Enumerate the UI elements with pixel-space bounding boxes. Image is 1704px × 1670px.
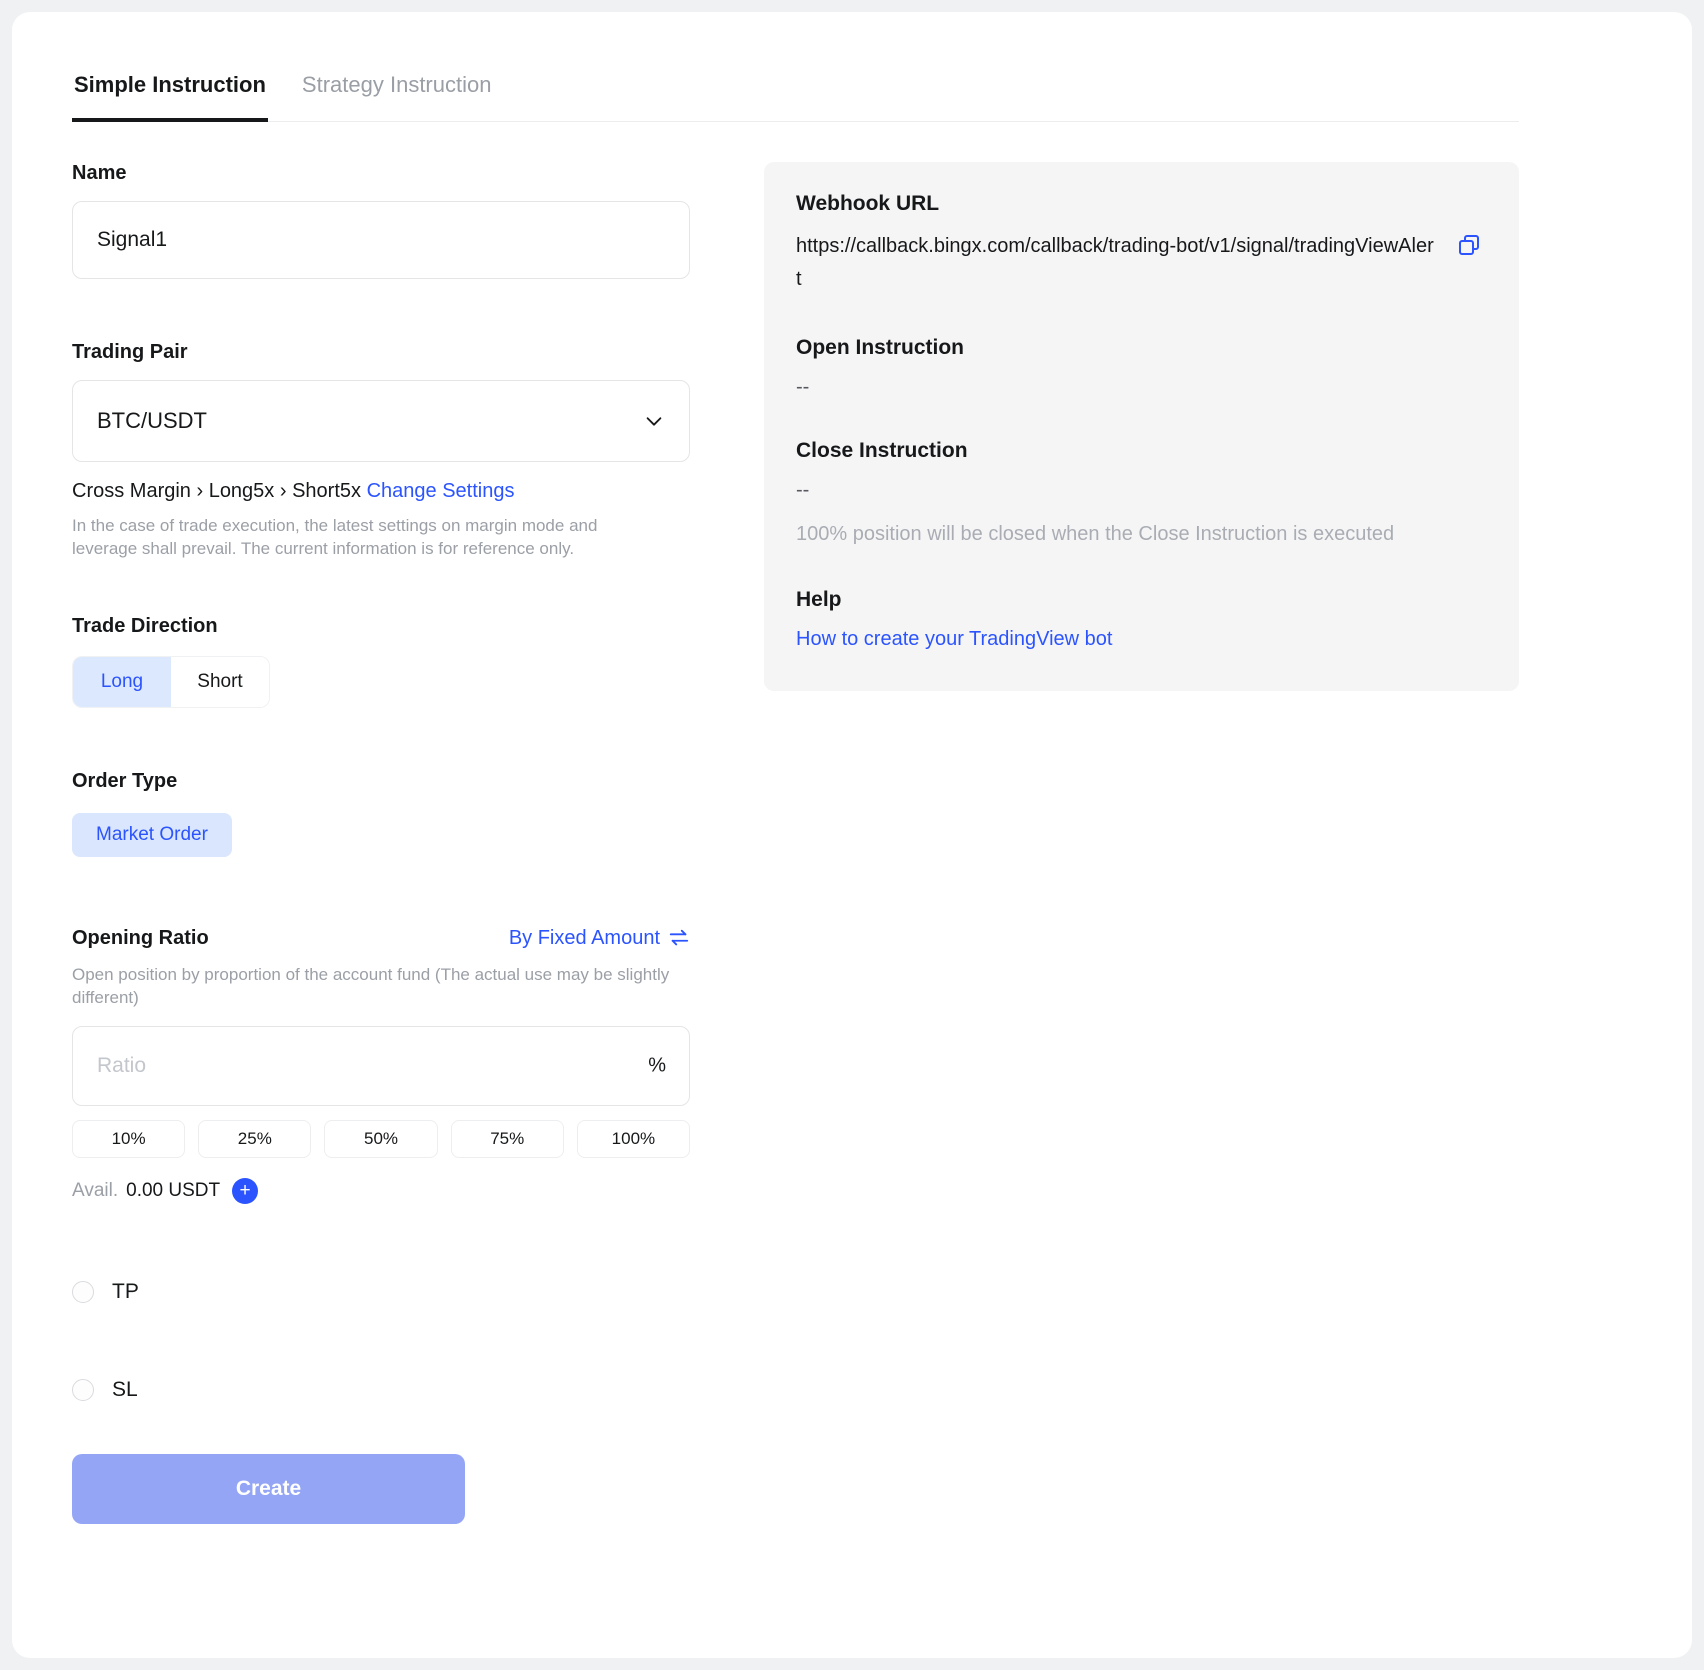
market-order-chip[interactable]: Market Order xyxy=(72,813,232,857)
webhook-url-title: Webhook URL xyxy=(796,192,1487,216)
tab-strategy-instruction[interactable]: Strategy Instruction xyxy=(300,58,494,121)
webhook-info-panel: Webhook URL https://callback.bingx.com/c… xyxy=(764,162,1519,691)
by-fixed-amount-label: By Fixed Amount xyxy=(509,927,660,950)
close-instruction-note: 100% position will be closed when the Cl… xyxy=(796,520,1487,548)
tp-label: TP xyxy=(112,1280,139,1304)
open-instruction-value: -- xyxy=(796,376,1487,399)
percent-button-75[interactable]: 75% xyxy=(451,1120,564,1158)
create-button[interactable]: Create xyxy=(72,1454,465,1524)
help-title: Help xyxy=(796,588,1487,612)
percent-quick-buttons: 10% 25% 50% 75% 100% xyxy=(72,1120,690,1158)
deposit-plus-icon[interactable]: + xyxy=(232,1178,258,1204)
webhook-url-value: https://callback.bingx.com/callback/trad… xyxy=(796,235,1434,290)
direction-short-button[interactable]: Short xyxy=(171,657,269,707)
ratio-input[interactable] xyxy=(72,1026,690,1106)
percent-button-50[interactable]: 50% xyxy=(324,1120,437,1158)
signal-form: Name Trading Pair BTC/USDT Cross Margin … xyxy=(72,162,690,1524)
sl-radio[interactable] xyxy=(72,1379,94,1401)
copy-icon[interactable] xyxy=(1457,233,1481,257)
margin-note: In the case of trade execution, the late… xyxy=(72,515,662,561)
trading-pair-select[interactable]: BTC/USDT xyxy=(72,380,690,462)
close-instruction-title: Close Instruction xyxy=(796,439,1487,463)
percent-button-100[interactable]: 100% xyxy=(577,1120,690,1158)
signal-create-card: Simple Instruction Strategy Instruction … xyxy=(12,12,1692,1658)
percent-button-25[interactable]: 25% xyxy=(198,1120,311,1158)
order-type-label: Order Type xyxy=(72,770,690,793)
avail-label: Avail. xyxy=(72,1180,118,1202)
opening-ratio-note: Open position by proportion of the accou… xyxy=(72,964,672,1010)
ratio-unit-label: % xyxy=(648,1054,666,1077)
trading-pair-label: Trading Pair xyxy=(72,341,690,364)
name-label: Name xyxy=(72,162,690,185)
direction-long-button[interactable]: Long xyxy=(73,657,171,707)
name-input[interactable] xyxy=(72,201,690,279)
change-settings-link[interactable]: Change Settings xyxy=(367,480,515,502)
by-fixed-amount-link[interactable]: By Fixed Amount xyxy=(509,927,690,950)
opening-ratio-label: Opening Ratio xyxy=(72,927,209,950)
percent-button-10[interactable]: 10% xyxy=(72,1120,185,1158)
trade-direction-label: Trade Direction xyxy=(72,615,690,638)
close-instruction-value: -- xyxy=(796,479,1487,502)
instruction-tabs: Simple Instruction Strategy Instruction xyxy=(72,58,1519,122)
avail-value: 0.00 USDT xyxy=(126,1180,220,1202)
tp-radio[interactable] xyxy=(72,1281,94,1303)
chevron-down-icon xyxy=(643,410,665,432)
swap-arrows-icon xyxy=(668,927,690,949)
sl-label: SL xyxy=(112,1378,138,1402)
trade-direction-toggle: Long Short xyxy=(72,656,270,708)
trading-pair-value: BTC/USDT xyxy=(97,408,207,434)
open-instruction-title: Open Instruction xyxy=(796,336,1487,360)
margin-leverage-summary: Cross Margin › Long5x › Short5x xyxy=(72,480,361,502)
tab-simple-instruction[interactable]: Simple Instruction xyxy=(72,58,268,122)
tradingview-bot-help-link[interactable]: How to create your TradingView bot xyxy=(796,628,1112,651)
